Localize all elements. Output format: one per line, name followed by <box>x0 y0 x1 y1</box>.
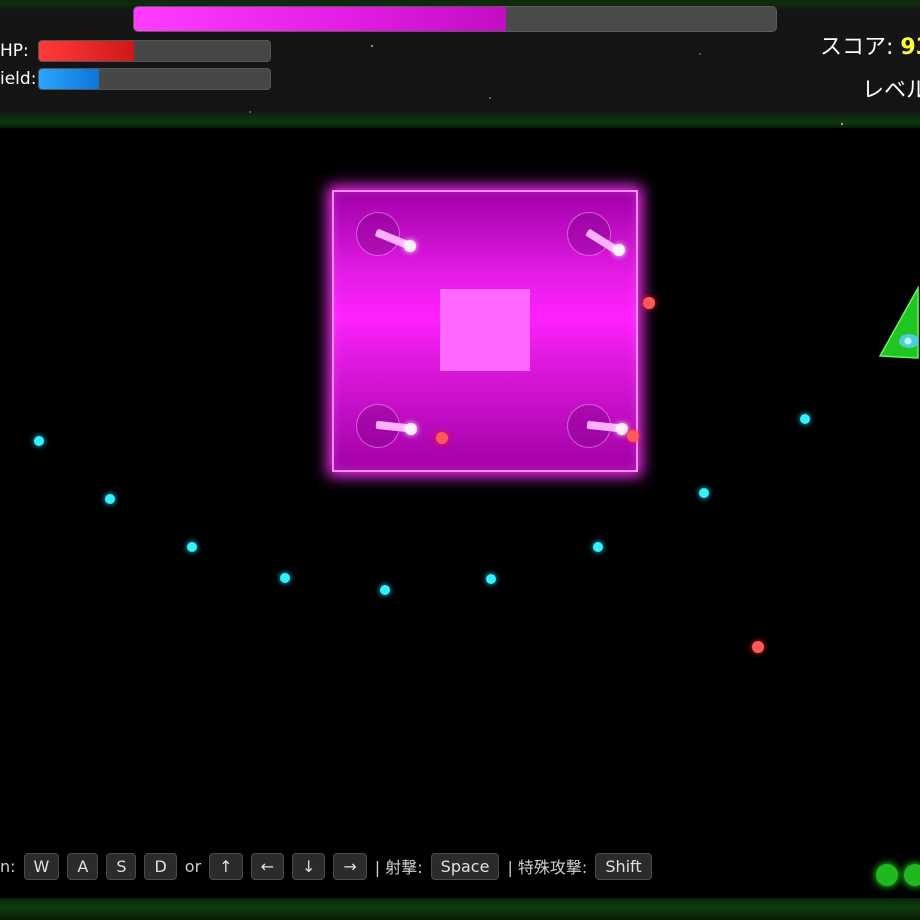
boss-health-fill <box>134 7 507 31</box>
player-bullet <box>34 436 44 446</box>
turret-muzzle <box>405 423 417 435</box>
player-bullet <box>105 494 115 504</box>
shield-bar-fill <box>39 69 100 89</box>
key-w: W <box>23 852 60 880</box>
or-label: or <box>184 856 202 876</box>
boss-turret <box>356 404 417 448</box>
hp-label: HP: <box>0 41 29 61</box>
hp-bar <box>38 40 271 62</box>
enemy-bullet <box>436 432 448 444</box>
enemy-bullet <box>643 297 655 309</box>
player-ship <box>878 286 919 359</box>
enemy-bullet <box>752 641 764 653</box>
player-bullet <box>280 573 290 583</box>
key-a: A <box>67 852 99 880</box>
shield-bar <box>38 68 271 90</box>
special-label: | 特殊攻撃: <box>507 858 588 877</box>
shield-label: ield: <box>0 69 37 89</box>
score-value: 93 <box>900 35 920 60</box>
player-bullet <box>380 585 390 595</box>
boss-core <box>440 289 530 371</box>
enemy-bullet <box>627 430 639 442</box>
player-bullet <box>187 542 197 552</box>
boss-turret <box>356 212 416 256</box>
bottom-frame <box>0 898 920 920</box>
player-bullet <box>699 488 709 498</box>
score-display: スコア: 93 <box>820 29 920 61</box>
player-bullet <box>800 414 810 424</box>
boss-enemy <box>332 190 638 472</box>
player-bullet <box>593 542 603 552</box>
player-bullet <box>486 574 496 584</box>
level-display: レベル <box>862 78 920 103</box>
turret-muzzle <box>404 240 416 252</box>
key-shift: Shift <box>595 852 652 880</box>
turret-muzzle <box>616 423 628 435</box>
key-down: ↓ <box>291 852 326 880</box>
shoot-label: | 射撃: <box>374 858 423 877</box>
controls-help: n: W A S D or ↑ ← ↓ → | 射撃: Space | 特殊攻撃… <box>0 850 656 882</box>
turret-muzzle <box>613 244 625 256</box>
key-space: Space <box>430 852 500 880</box>
life-icon <box>904 864 920 886</box>
score-label: スコア: <box>820 35 894 60</box>
life-icon <box>876 864 898 886</box>
key-left: ← <box>250 852 284 880</box>
hp-bar-fill <box>39 41 134 61</box>
lives-indicator <box>876 864 920 886</box>
boss-turret <box>567 212 625 256</box>
key-up: ↑ <box>209 852 243 880</box>
key-d: D <box>144 852 177 880</box>
boss-health-bar <box>133 6 777 32</box>
key-s: S <box>106 852 137 880</box>
boss-turret <box>567 404 628 448</box>
move-label: n: <box>0 856 16 876</box>
key-right: → <box>333 852 367 880</box>
